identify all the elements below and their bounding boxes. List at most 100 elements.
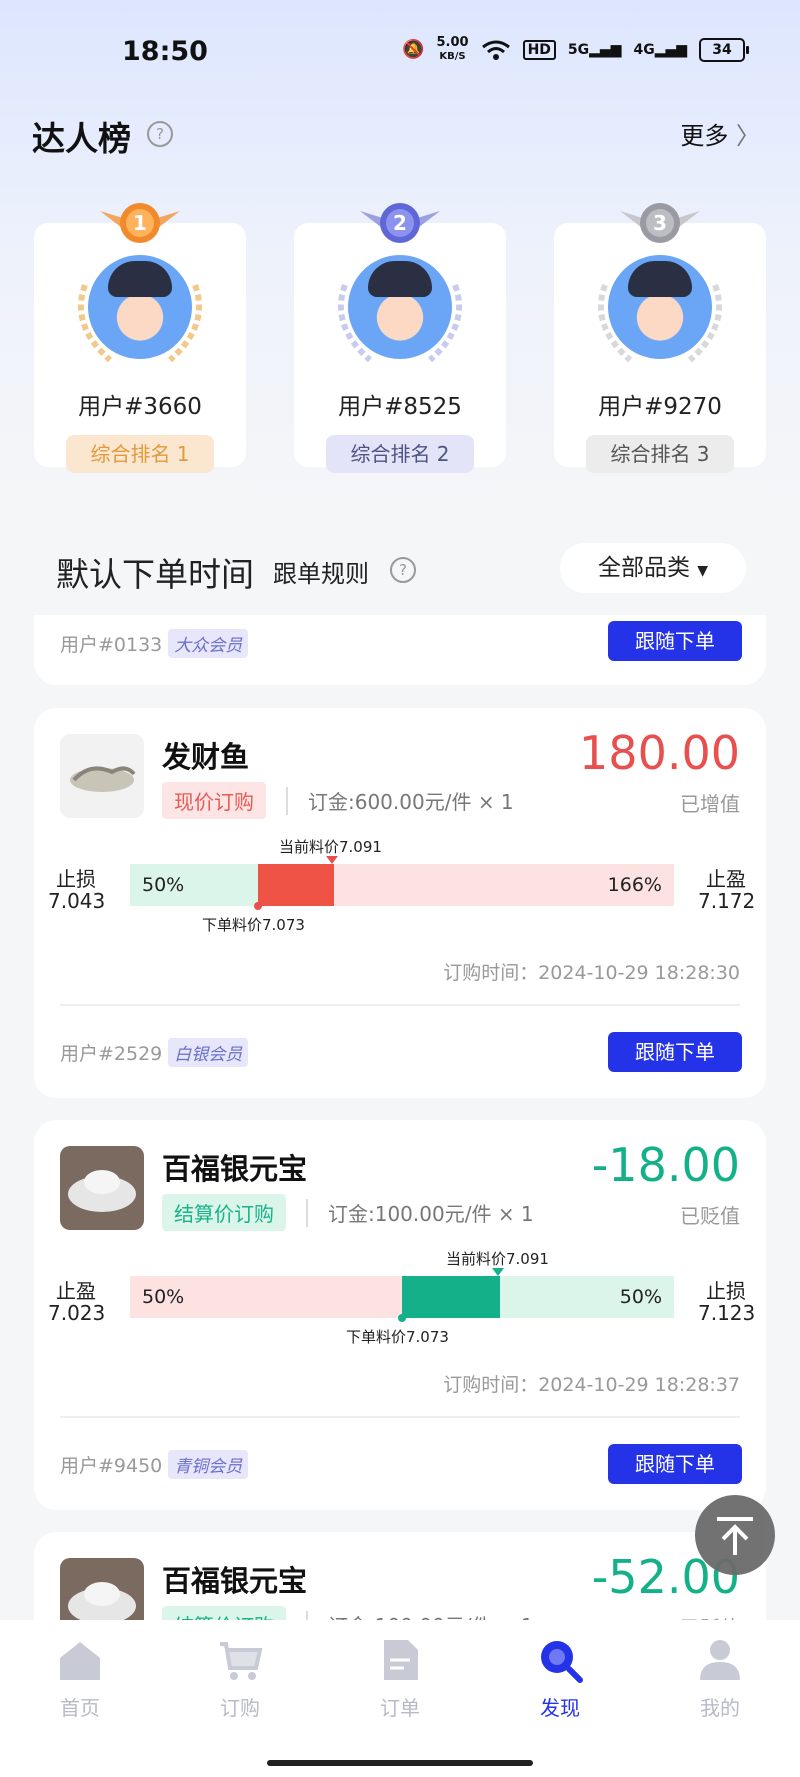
- stop-loss-label: 止损 7.123: [698, 1279, 756, 1325]
- signal-4g-label: 4G: [633, 41, 655, 58]
- status-time: 18:50: [122, 36, 208, 67]
- status-icons: 🔕 5.00 KB/S HD 5G▂▄▆ 4G▂▄▆ 34: [402, 36, 749, 63]
- current-price-label: 当前料价7.091: [446, 1250, 549, 1268]
- avatar: [88, 255, 192, 359]
- category-dropdown[interactable]: 全部品类 ▼: [560, 543, 746, 593]
- stop-loss-value: 7.043: [48, 889, 106, 913]
- chevron-right-icon: 〉: [736, 122, 760, 150]
- signal-4g-icon: 4G▂▄▆: [633, 41, 687, 58]
- follow-order-button[interactable]: 跟随下单: [608, 1444, 742, 1484]
- status-bar: 18:50 🔕 5.00 KB/S HD 5G▂▄▆ 4G▂▄▆ 34: [0, 0, 800, 100]
- home-icon: [60, 1642, 100, 1680]
- top-rank-card-2[interactable]: 2 用户#8525 综合排名 2: [294, 203, 506, 473]
- hd-icon: HD: [522, 39, 556, 60]
- divider: [306, 1198, 308, 1227]
- user-name: 用户#0133: [60, 634, 163, 656]
- home-indicator[interactable]: [267, 1760, 533, 1766]
- profit-amount: -18.00: [591, 1138, 740, 1192]
- nav-profile[interactable]: 我的: [670, 1636, 770, 1721]
- arrow-up-icon: [717, 1517, 753, 1555]
- top-rank-username: 用户#9270: [598, 394, 722, 420]
- card-user: 用户#2529 白银会员: [60, 1038, 249, 1067]
- take-profit-title: 止盈: [56, 1279, 96, 1303]
- nav-orders[interactable]: 订单: [350, 1636, 450, 1721]
- order-price-marker: [398, 1314, 406, 1322]
- follow-order-button[interactable]: 跟随下单: [608, 1032, 742, 1072]
- nav-purchase[interactable]: 订购: [190, 1636, 290, 1721]
- medal-number: 1: [133, 211, 147, 235]
- price-move-zone: [402, 1276, 500, 1318]
- profit-label: 已贬值: [680, 1204, 740, 1228]
- help-icon[interactable]: ?: [390, 557, 416, 583]
- price-range-bar: 50% 50%: [130, 1268, 674, 1322]
- top-rank-username: 用户#8525: [338, 394, 462, 420]
- order-type-tag: 结算价订购: [162, 1194, 286, 1231]
- take-profit-title: 止盈: [706, 867, 746, 891]
- network-speed: 5.00 KB/S: [436, 36, 468, 63]
- nav-label: 我的: [700, 1696, 740, 1720]
- more-label: 更多: [680, 122, 729, 150]
- current-price-marker: [492, 1268, 504, 1276]
- bronze-medal-icon: 3: [620, 203, 700, 243]
- profit-label: 已增值: [680, 792, 740, 816]
- sort-selector[interactable]: 默认下单时间: [56, 548, 254, 596]
- mute-icon: 🔕: [402, 39, 425, 60]
- back-to-top-button[interactable]: [695, 1495, 775, 1575]
- nav-label: 订购: [220, 1696, 260, 1720]
- divider: [286, 786, 288, 815]
- order-card[interactable]: 发财鱼 现价订购 订金:600.00元/件 × 1 180.00 已增值 止损 …: [34, 708, 766, 1098]
- product-image: [60, 734, 144, 818]
- follow-order-button[interactable]: 跟随下单: [608, 621, 742, 661]
- order-price-label: 下单料价7.073: [202, 916, 305, 934]
- member-level: 白银会员: [168, 1038, 249, 1067]
- deposit-info: 订金:600.00元/件 × 1: [308, 790, 514, 814]
- price-move-zone: [258, 864, 334, 906]
- order-card-partial: 用户#0133 大众会员 跟随下单: [34, 615, 766, 685]
- nav-home[interactable]: 首页: [30, 1636, 130, 1721]
- silver-medal-icon: 2: [360, 203, 440, 243]
- help-icon[interactable]: ?: [147, 121, 173, 147]
- member-level: 大众会员: [168, 629, 249, 658]
- order-meta: 结算价订购 订金:100.00元/件 × 1: [162, 1194, 534, 1231]
- left-percent: 50%: [142, 874, 185, 896]
- nav-discover[interactable]: 发现: [510, 1636, 610, 1721]
- page-title-text: 达人榜: [32, 119, 131, 158]
- current-price-marker: [326, 856, 338, 864]
- deposit-info: 订金:100.00元/件 × 1: [328, 1202, 534, 1226]
- stop-loss-value: 7.123: [698, 1301, 756, 1325]
- price-range-bar: 50% 166%: [130, 856, 674, 910]
- medal-number: 2: [393, 211, 407, 235]
- take-profit-value: 7.172: [698, 889, 756, 913]
- member-level: 青铜会员: [168, 1450, 249, 1479]
- take-profit-label: 止盈 7.023: [48, 1279, 106, 1325]
- speed-value: 5.00: [436, 35, 469, 50]
- product-name: 百福银元宝: [162, 1152, 308, 1186]
- rank-badge: 综合排名 1: [66, 435, 214, 473]
- card-user: 用户#9450 青铜会员: [60, 1450, 249, 1479]
- stop-loss-title: 止损: [56, 867, 96, 891]
- signal-5g-label: 5G: [567, 41, 590, 58]
- silver-ingot-icon: [68, 1170, 136, 1212]
- rank-badge: 综合排名 2: [326, 435, 474, 473]
- order-price-marker: [254, 902, 262, 910]
- top-rank-card-3[interactable]: 3 用户#9270 综合排名 3: [554, 203, 766, 473]
- right-percent: 50%: [619, 1286, 662, 1308]
- battery-icon: 34: [699, 37, 749, 62]
- take-profit-value: 7.023: [48, 1301, 106, 1325]
- top-rank-username: 用户#3660: [78, 394, 202, 420]
- speed-unit: KB/S: [439, 51, 466, 62]
- gold-medal-icon: 1: [100, 203, 180, 243]
- follow-rules-link[interactable]: 跟单规则: [273, 554, 369, 589]
- take-profit-label: 止盈 7.172: [698, 867, 756, 913]
- order-card[interactable]: 百福银元宝 结算价订购 订金:100.00元/件 × 1 -18.00 已贬值 …: [34, 1120, 766, 1510]
- top-rank-card-1[interactable]: 1 用户#3660 综合排名 1: [34, 203, 246, 473]
- user-name: 用户#2529: [60, 1043, 163, 1065]
- more-link[interactable]: 更多 〉: [680, 116, 760, 151]
- divider: [60, 1416, 740, 1418]
- left-percent: 50%: [142, 1286, 185, 1308]
- stop-loss-title: 止损: [706, 1279, 746, 1303]
- user-name: 用户#9450: [60, 1455, 163, 1477]
- product-name: 发财鱼: [162, 740, 250, 774]
- divider: [60, 1004, 740, 1006]
- nav-label: 发现: [540, 1696, 580, 1720]
